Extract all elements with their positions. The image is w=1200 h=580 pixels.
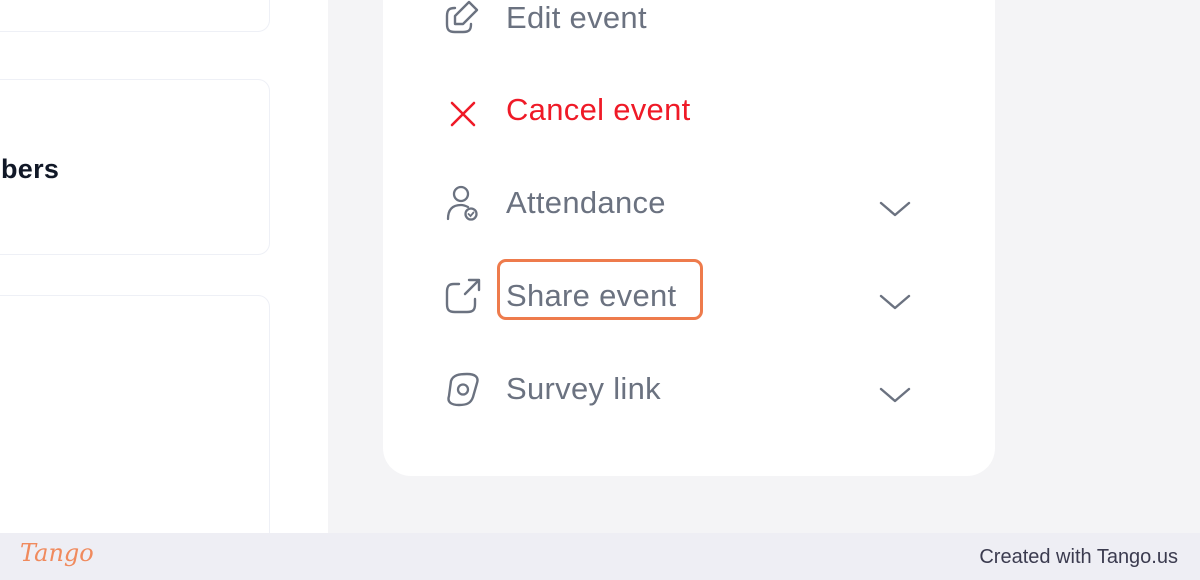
event-actions-menu: Edit event Cancel event Attendance Share… <box>383 0 995 476</box>
menu-item-label: Cancel event <box>506 92 691 127</box>
chevron-down-icon[interactable] <box>873 373 917 417</box>
survey-link-icon <box>447 372 479 407</box>
left-pane: bers <box>0 0 328 555</box>
share-external-icon <box>445 278 481 314</box>
card-bottom <box>0 295 270 555</box>
card-top <box>0 0 270 32</box>
card-title: bers <box>1 154 60 184</box>
footer-bar: Tango Created with Tango.us <box>0 533 1200 580</box>
edit-pencil-icon <box>445 0 479 34</box>
close-x-icon <box>450 101 476 127</box>
menu-item-edit-event[interactable]: Edit event <box>383 0 995 44</box>
chevron-down-icon[interactable] <box>873 187 917 231</box>
menu-item-attendance[interactable]: Attendance <box>383 169 995 229</box>
menu-item-survey-link[interactable]: Survey link <box>383 355 995 415</box>
menu-item-label: Attendance <box>506 185 666 220</box>
members-card[interactable]: bers <box>0 79 270 255</box>
menu-item-label: Edit event <box>506 0 647 35</box>
user-check-icon <box>446 185 478 221</box>
tango-logo[interactable]: Tango <box>20 539 94 567</box>
highlight-box <box>497 259 703 320</box>
footer-credit[interactable]: Created with Tango.us <box>979 546 1178 569</box>
chevron-down-icon[interactable] <box>873 280 917 324</box>
menu-item-cancel-event[interactable]: Cancel event <box>383 76 995 136</box>
menu-item-label: Survey link <box>506 371 661 406</box>
